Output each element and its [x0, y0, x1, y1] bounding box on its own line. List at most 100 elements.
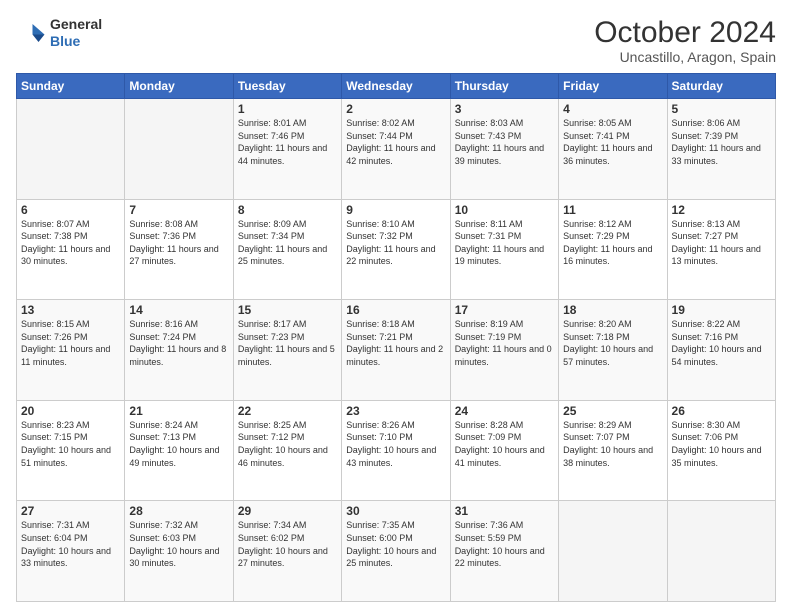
- calendar-cell: 16Sunrise: 8:18 AM Sunset: 7:21 PM Dayli…: [342, 300, 450, 401]
- calendar-week-3: 13Sunrise: 8:15 AM Sunset: 7:26 PM Dayli…: [17, 300, 776, 401]
- calendar-cell: 11Sunrise: 8:12 AM Sunset: 7:29 PM Dayli…: [559, 199, 667, 300]
- day-info: Sunrise: 7:32 AM Sunset: 6:03 PM Dayligh…: [129, 519, 228, 569]
- day-number: 3: [455, 102, 554, 116]
- calendar-cell: 27Sunrise: 7:31 AM Sunset: 6:04 PM Dayli…: [17, 501, 125, 602]
- calendar-cell: [559, 501, 667, 602]
- calendar-cell: 9Sunrise: 8:10 AM Sunset: 7:32 PM Daylig…: [342, 199, 450, 300]
- calendar-body: 1Sunrise: 8:01 AM Sunset: 7:46 PM Daylig…: [17, 99, 776, 602]
- calendar: SundayMondayTuesdayWednesdayThursdayFrid…: [16, 73, 776, 602]
- weekday-header-tuesday: Tuesday: [233, 74, 341, 99]
- day-number: 10: [455, 203, 554, 217]
- calendar-cell: 3Sunrise: 8:03 AM Sunset: 7:43 PM Daylig…: [450, 99, 558, 200]
- title-block: October 2024 Uncastillo, Aragon, Spain: [594, 16, 776, 65]
- calendar-cell: 21Sunrise: 8:24 AM Sunset: 7:13 PM Dayli…: [125, 400, 233, 501]
- day-info: Sunrise: 8:09 AM Sunset: 7:34 PM Dayligh…: [238, 218, 337, 268]
- day-info: Sunrise: 8:25 AM Sunset: 7:12 PM Dayligh…: [238, 419, 337, 469]
- day-number: 15: [238, 303, 337, 317]
- day-number: 14: [129, 303, 228, 317]
- day-number: 30: [346, 504, 445, 518]
- calendar-week-2: 6Sunrise: 8:07 AM Sunset: 7:38 PM Daylig…: [17, 199, 776, 300]
- day-info: Sunrise: 7:35 AM Sunset: 6:00 PM Dayligh…: [346, 519, 445, 569]
- day-number: 9: [346, 203, 445, 217]
- day-number: 17: [455, 303, 554, 317]
- day-number: 19: [672, 303, 771, 317]
- calendar-cell: 8Sunrise: 8:09 AM Sunset: 7:34 PM Daylig…: [233, 199, 341, 300]
- day-info: Sunrise: 8:28 AM Sunset: 7:09 PM Dayligh…: [455, 419, 554, 469]
- calendar-cell: 2Sunrise: 8:02 AM Sunset: 7:44 PM Daylig…: [342, 99, 450, 200]
- weekday-header-wednesday: Wednesday: [342, 74, 450, 99]
- calendar-cell: 25Sunrise: 8:29 AM Sunset: 7:07 PM Dayli…: [559, 400, 667, 501]
- logo-line1: General: [50, 16, 102, 32]
- weekday-header-sunday: Sunday: [17, 74, 125, 99]
- calendar-cell: 12Sunrise: 8:13 AM Sunset: 7:27 PM Dayli…: [667, 199, 775, 300]
- day-number: 24: [455, 404, 554, 418]
- day-info: Sunrise: 8:16 AM Sunset: 7:24 PM Dayligh…: [129, 318, 228, 368]
- day-info: Sunrise: 8:10 AM Sunset: 7:32 PM Dayligh…: [346, 218, 445, 268]
- calendar-cell: 24Sunrise: 8:28 AM Sunset: 7:09 PM Dayli…: [450, 400, 558, 501]
- page-subtitle: Uncastillo, Aragon, Spain: [594, 49, 776, 65]
- calendar-cell: 7Sunrise: 8:08 AM Sunset: 7:36 PM Daylig…: [125, 199, 233, 300]
- calendar-cell: 31Sunrise: 7:36 AM Sunset: 5:59 PM Dayli…: [450, 501, 558, 602]
- calendar-cell: 30Sunrise: 7:35 AM Sunset: 6:00 PM Dayli…: [342, 501, 450, 602]
- calendar-cell: 10Sunrise: 8:11 AM Sunset: 7:31 PM Dayli…: [450, 199, 558, 300]
- calendar-cell: 6Sunrise: 8:07 AM Sunset: 7:38 PM Daylig…: [17, 199, 125, 300]
- calendar-cell: [125, 99, 233, 200]
- day-info: Sunrise: 8:01 AM Sunset: 7:46 PM Dayligh…: [238, 117, 337, 167]
- day-info: Sunrise: 8:06 AM Sunset: 7:39 PM Dayligh…: [672, 117, 771, 167]
- page: General Blue October 2024 Uncastillo, Ar…: [0, 0, 792, 612]
- day-number: 16: [346, 303, 445, 317]
- weekday-header-row: SundayMondayTuesdayWednesdayThursdayFrid…: [17, 74, 776, 99]
- day-number: 11: [563, 203, 662, 217]
- day-info: Sunrise: 8:15 AM Sunset: 7:26 PM Dayligh…: [21, 318, 120, 368]
- day-info: Sunrise: 8:29 AM Sunset: 7:07 PM Dayligh…: [563, 419, 662, 469]
- day-info: Sunrise: 8:02 AM Sunset: 7:44 PM Dayligh…: [346, 117, 445, 167]
- day-number: 6: [21, 203, 120, 217]
- day-number: 31: [455, 504, 554, 518]
- day-info: Sunrise: 8:26 AM Sunset: 7:10 PM Dayligh…: [346, 419, 445, 469]
- calendar-week-1: 1Sunrise: 8:01 AM Sunset: 7:46 PM Daylig…: [17, 99, 776, 200]
- calendar-cell: 13Sunrise: 8:15 AM Sunset: 7:26 PM Dayli…: [17, 300, 125, 401]
- day-info: Sunrise: 8:11 AM Sunset: 7:31 PM Dayligh…: [455, 218, 554, 268]
- day-info: Sunrise: 7:36 AM Sunset: 5:59 PM Dayligh…: [455, 519, 554, 569]
- day-info: Sunrise: 8:05 AM Sunset: 7:41 PM Dayligh…: [563, 117, 662, 167]
- calendar-week-5: 27Sunrise: 7:31 AM Sunset: 6:04 PM Dayli…: [17, 501, 776, 602]
- day-info: Sunrise: 8:12 AM Sunset: 7:29 PM Dayligh…: [563, 218, 662, 268]
- day-number: 13: [21, 303, 120, 317]
- logo-icon: [16, 18, 46, 48]
- day-number: 5: [672, 102, 771, 116]
- day-number: 12: [672, 203, 771, 217]
- day-info: Sunrise: 7:31 AM Sunset: 6:04 PM Dayligh…: [21, 519, 120, 569]
- page-title: October 2024: [594, 16, 776, 49]
- calendar-cell: 19Sunrise: 8:22 AM Sunset: 7:16 PM Dayli…: [667, 300, 775, 401]
- day-number: 2: [346, 102, 445, 116]
- calendar-cell: 29Sunrise: 7:34 AM Sunset: 6:02 PM Dayli…: [233, 501, 341, 602]
- day-info: Sunrise: 7:34 AM Sunset: 6:02 PM Dayligh…: [238, 519, 337, 569]
- day-number: 8: [238, 203, 337, 217]
- weekday-header-saturday: Saturday: [667, 74, 775, 99]
- calendar-cell: 14Sunrise: 8:16 AM Sunset: 7:24 PM Dayli…: [125, 300, 233, 401]
- day-info: Sunrise: 8:30 AM Sunset: 7:06 PM Dayligh…: [672, 419, 771, 469]
- calendar-cell: 4Sunrise: 8:05 AM Sunset: 7:41 PM Daylig…: [559, 99, 667, 200]
- logo-line2: Blue: [50, 33, 80, 49]
- calendar-cell: [667, 501, 775, 602]
- day-info: Sunrise: 8:23 AM Sunset: 7:15 PM Dayligh…: [21, 419, 120, 469]
- day-number: 26: [672, 404, 771, 418]
- day-info: Sunrise: 8:20 AM Sunset: 7:18 PM Dayligh…: [563, 318, 662, 368]
- day-number: 23: [346, 404, 445, 418]
- day-info: Sunrise: 8:08 AM Sunset: 7:36 PM Dayligh…: [129, 218, 228, 268]
- calendar-week-4: 20Sunrise: 8:23 AM Sunset: 7:15 PM Dayli…: [17, 400, 776, 501]
- day-info: Sunrise: 8:03 AM Sunset: 7:43 PM Dayligh…: [455, 117, 554, 167]
- day-number: 29: [238, 504, 337, 518]
- weekday-header-monday: Monday: [125, 74, 233, 99]
- calendar-cell: 22Sunrise: 8:25 AM Sunset: 7:12 PM Dayli…: [233, 400, 341, 501]
- day-number: 4: [563, 102, 662, 116]
- weekday-header-thursday: Thursday: [450, 74, 558, 99]
- calendar-cell: 15Sunrise: 8:17 AM Sunset: 7:23 PM Dayli…: [233, 300, 341, 401]
- day-info: Sunrise: 8:13 AM Sunset: 7:27 PM Dayligh…: [672, 218, 771, 268]
- day-info: Sunrise: 8:17 AM Sunset: 7:23 PM Dayligh…: [238, 318, 337, 368]
- day-info: Sunrise: 8:07 AM Sunset: 7:38 PM Dayligh…: [21, 218, 120, 268]
- calendar-header: SundayMondayTuesdayWednesdayThursdayFrid…: [17, 74, 776, 99]
- calendar-cell: 28Sunrise: 7:32 AM Sunset: 6:03 PM Dayli…: [125, 501, 233, 602]
- calendar-cell: 26Sunrise: 8:30 AM Sunset: 7:06 PM Dayli…: [667, 400, 775, 501]
- calendar-cell: [17, 99, 125, 200]
